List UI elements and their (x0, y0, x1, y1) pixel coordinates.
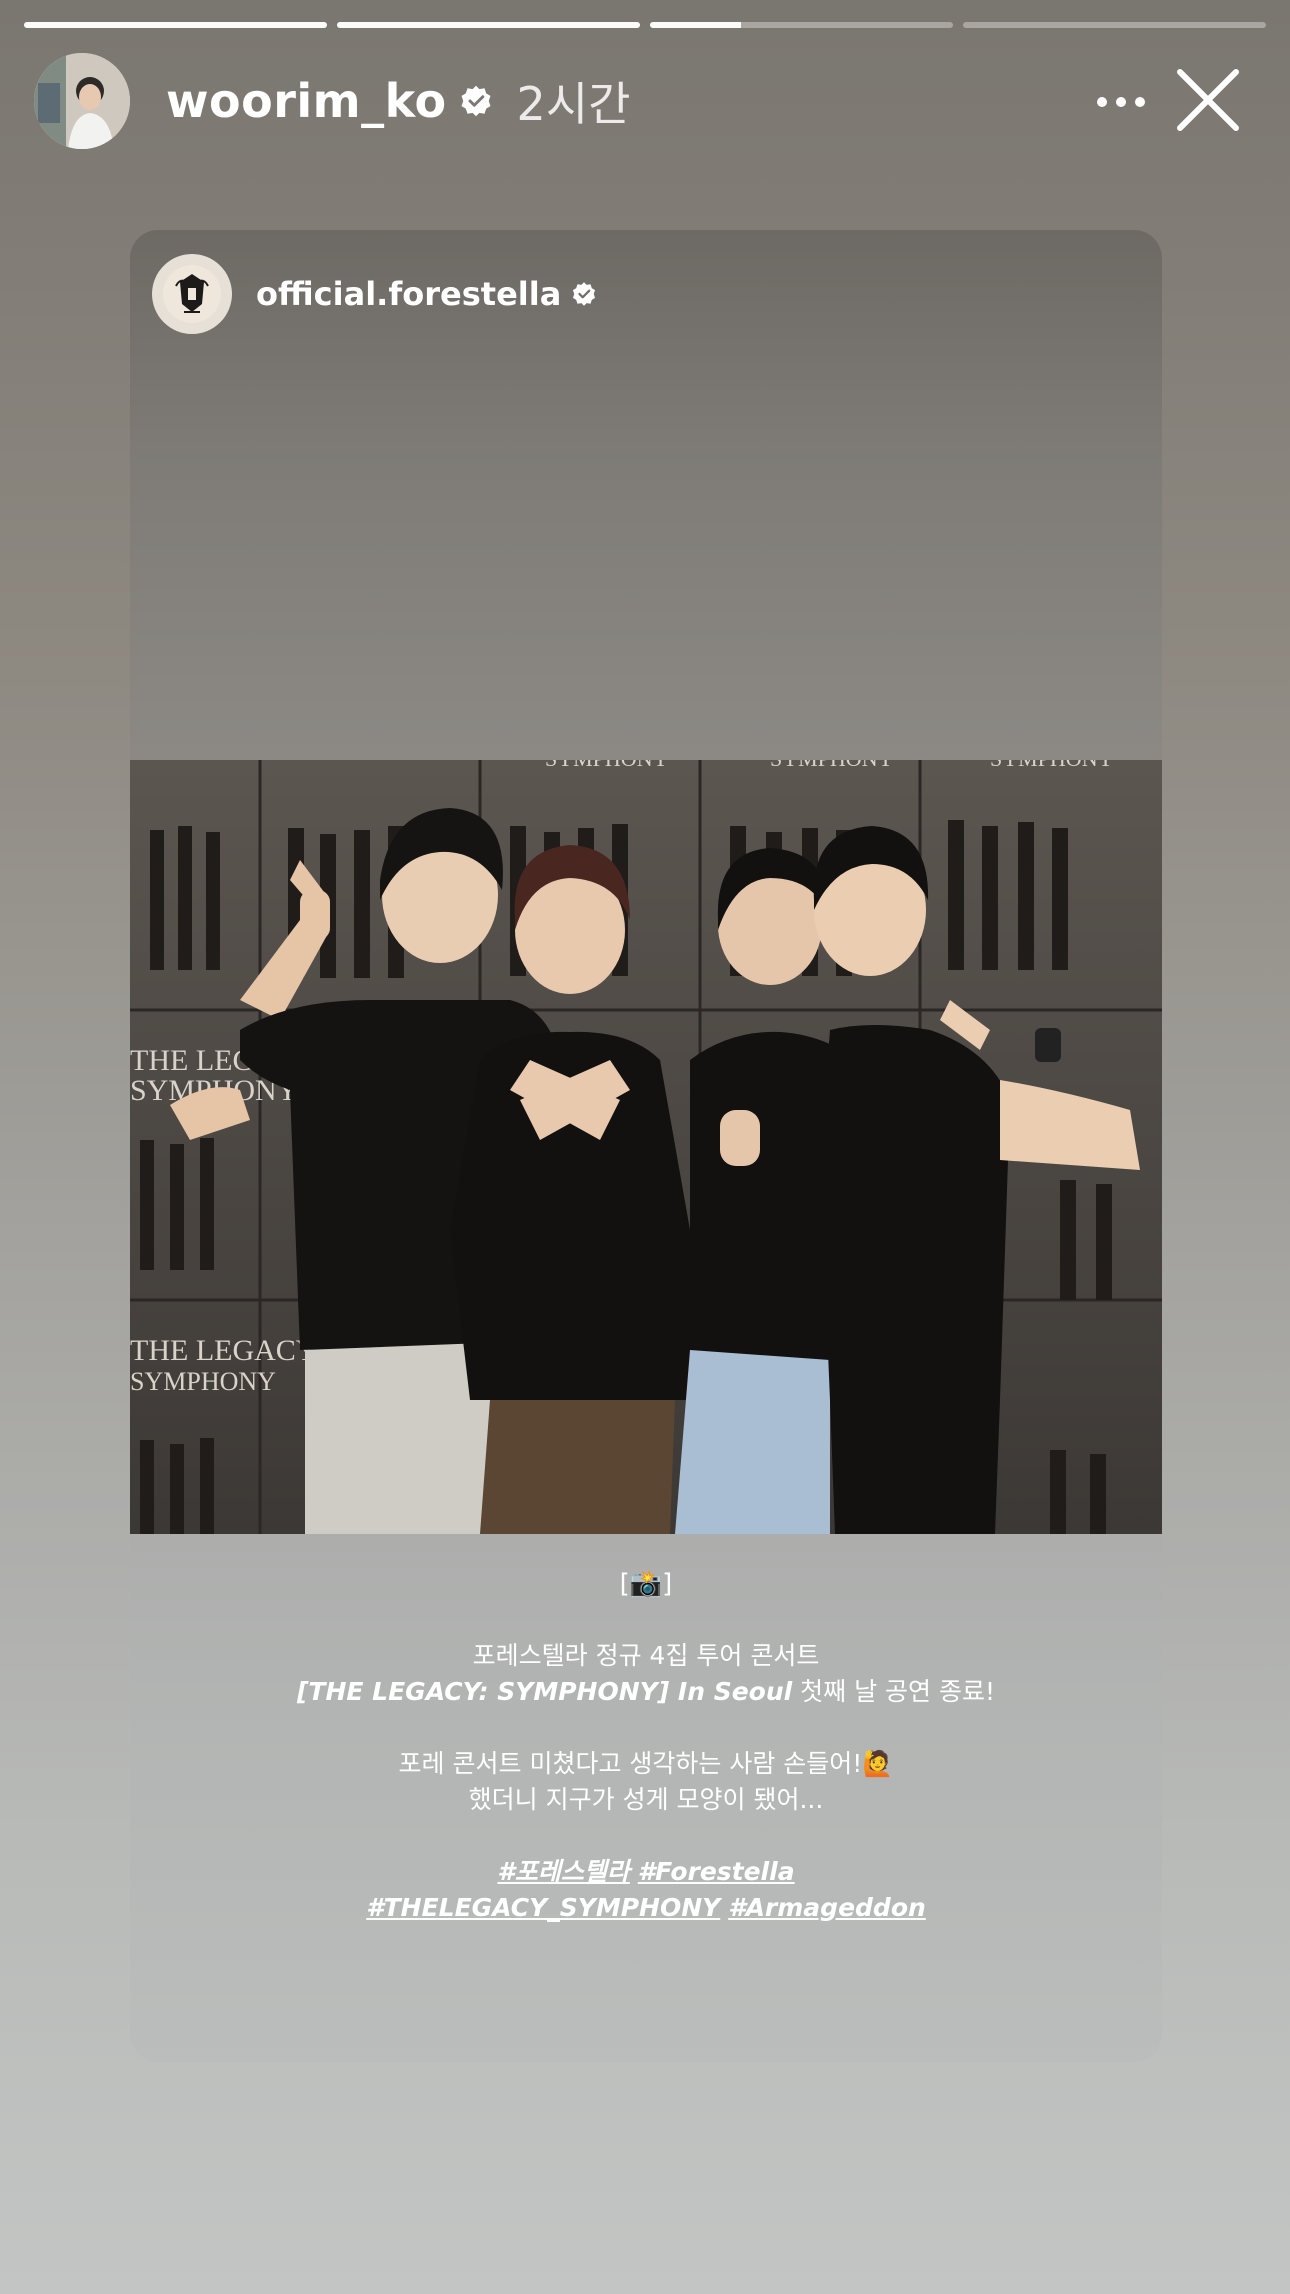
verified-badge-icon (461, 85, 490, 117)
progress-segment (24, 22, 327, 28)
svg-text:SYMPHONY: SYMPHONY (130, 1367, 276, 1396)
poster-title-text: SYMPHONY (545, 760, 669, 771)
progress-segment (650, 22, 953, 28)
forestella-logo-avatar[interactable] (152, 254, 232, 334)
shared-post-card[interactable]: official.forestella THE LEGACY THE LEGAC… (130, 230, 1162, 2062)
story-progress-bar (24, 22, 1266, 28)
caption-emoji-line: [📸] (619, 1569, 673, 1599)
shared-post-username[interactable]: official.forestella (256, 275, 561, 313)
caption-line-1: 포레스텔라 정규 4집 투어 콘서트 (472, 1641, 820, 1670)
verified-badge-icon (573, 282, 596, 306)
shared-post-caption: [📸] 포레스텔라 정규 4집 투어 콘서트 [THE LEGACY: SYMP… (130, 1566, 1162, 1926)
hashtag-link[interactable]: #THELEGACY_SYMPHONY (366, 1893, 720, 1922)
close-icon[interactable] (1176, 68, 1240, 132)
hashtag-link[interactable]: #포레스텔라 (497, 1857, 629, 1886)
caption-line-3: 포레 콘서트 미쳤다고 생각하는 사람 손들어!🙋 (398, 1749, 894, 1778)
caption-line-4: 했더니 지구가 성게 모양이 됐어... (468, 1785, 824, 1814)
svg-text:SYMPHONY: SYMPHONY (770, 760, 894, 771)
svg-text:SYMPHONY: SYMPHONY (990, 760, 1114, 771)
progress-segment (337, 22, 640, 28)
hashtag-line-2: #THELEGACY_SYMPHONY #Armageddon (130, 1890, 1162, 1926)
hashtag-link[interactable]: #Armageddon (728, 1893, 926, 1922)
hashtag-link[interactable]: #Forestella (638, 1857, 795, 1886)
progress-segment (963, 22, 1266, 28)
story-timestamp: 2시간 (516, 77, 631, 131)
caption-line-2: [THE LEGACY: SYMPHONY] In Seoul 첫째 날 공연 … (296, 1677, 996, 1706)
more-horizontal-icon[interactable] (1096, 82, 1146, 122)
story-header: woorim_ko 2시간 (34, 50, 1266, 152)
hashtag-line-1: #포레스텔라 #Forestella (130, 1854, 1162, 1890)
story-username[interactable]: woorim_ko (166, 74, 447, 128)
group-photo: SYMPHONY SYMPHONY SYMPHONY THE LEGACY SY… (130, 760, 1162, 1534)
avatar[interactable] (34, 53, 130, 149)
shared-post-header: official.forestella (152, 254, 597, 334)
svg-text:THE LEGACY: THE LEGACY (130, 1334, 317, 1367)
